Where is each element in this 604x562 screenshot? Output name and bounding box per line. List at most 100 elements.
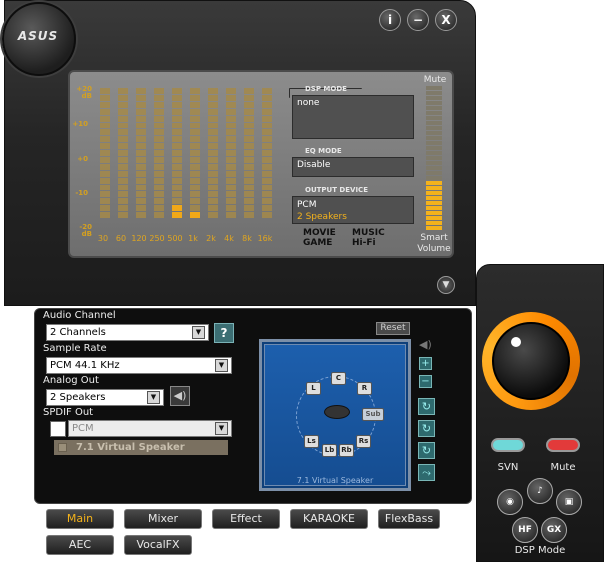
movie-camera-icon[interactable]: ▣: [556, 489, 582, 515]
eq-freq-label: 120: [131, 234, 147, 243]
audio-channel-label: Audio Channel: [43, 310, 116, 321]
analog-out-select[interactable]: 2 Speakers ▼: [46, 389, 164, 406]
sample-rate-select[interactable]: PCM 44.1 KHz ▼: [46, 357, 232, 374]
hf-button[interactable]: HF: [512, 517, 538, 543]
gx-button[interactable]: GX: [541, 517, 567, 543]
eq-band-16k[interactable]: [262, 88, 272, 218]
hifi-badge: Hi-Fi: [352, 238, 376, 248]
tab-karaoke[interactable]: KARAOKE: [290, 509, 368, 529]
right-panel: [476, 264, 604, 562]
knob-indicator: [511, 337, 521, 347]
minimize-button[interactable]: −: [407, 9, 429, 31]
virtual-speaker-checkbox[interactable]: [58, 443, 67, 452]
speaker-Rs[interactable]: Rs: [356, 435, 371, 448]
rotate-icon-4[interactable]: ⤳: [418, 464, 435, 481]
smart-label-line2: Volume: [417, 244, 451, 254]
eq-band-250[interactable]: [154, 88, 164, 218]
eq-band-4k[interactable]: [226, 88, 236, 218]
game-badge: GAME: [303, 238, 333, 248]
help-button[interactable]: ?: [214, 323, 234, 343]
eq-freq-label: 500: [167, 234, 183, 243]
tab-mixer[interactable]: Mixer: [124, 509, 202, 529]
game-mode-icon[interactable]: ◉: [497, 489, 523, 515]
spdif-out-value: PCM: [72, 423, 94, 434]
speaker-icon[interactable]: ◀): [170, 386, 190, 406]
output-device-title: OUTPUT DEVICE: [305, 186, 368, 194]
eq-freq-label: 60: [115, 234, 127, 243]
spdif-checkbox[interactable]: [50, 421, 66, 437]
spdif-out-select[interactable]: PCM ▼: [68, 420, 232, 437]
eq-band-500[interactable]: [172, 88, 182, 218]
svn-label: SVN: [497, 462, 519, 473]
eq-band-120[interactable]: [136, 88, 146, 218]
speaker-Lb[interactable]: Lb: [322, 444, 337, 457]
movie-badge: MOVIE: [303, 228, 336, 238]
eq-band-60[interactable]: [118, 88, 128, 218]
db-label-minus20: -20 dB: [79, 223, 92, 238]
eq-freq-label: 2k: [206, 234, 216, 243]
speaker-Ls[interactable]: Ls: [304, 435, 319, 448]
reset-button[interactable]: Reset: [376, 322, 410, 335]
sample-rate-label: Sample Rate: [43, 343, 107, 354]
eq-bars: [100, 88, 276, 220]
eq-freq-label: 250: [149, 234, 165, 243]
dsp-mode-value: none: [297, 98, 320, 108]
analog-out-value: 2 Speakers: [50, 392, 106, 403]
plus-icon[interactable]: +: [419, 357, 432, 370]
rotate-icon-1[interactable]: ↻: [418, 398, 435, 415]
speaker-R[interactable]: R: [357, 382, 372, 395]
speaker-Sub[interactable]: Sub: [362, 408, 384, 421]
eq-band-1k[interactable]: [190, 88, 200, 218]
smart-label-line1: Smart: [420, 233, 448, 243]
eq-band-30[interactable]: [100, 88, 110, 218]
speaker-L[interactable]: L: [306, 382, 321, 395]
volume-knob[interactable]: [492, 322, 570, 400]
music-note-icon[interactable]: ♪: [527, 478, 553, 504]
music-badge: MUSIC: [352, 228, 385, 238]
tab-flexbass[interactable]: FlexBass: [378, 509, 440, 529]
dsp-mode-title: DSP MODE: [305, 85, 347, 93]
dsp-mode-display: none: [292, 95, 414, 139]
db-label-plus20: +20 dB: [76, 85, 92, 100]
eq-freq-label: 30: [97, 234, 109, 243]
eq-mode-value: Disable: [297, 160, 331, 170]
chevron-down-icon: ▼: [147, 391, 160, 404]
db-label-plus10: +10: [72, 120, 88, 128]
eq-freq-label: 8k: [242, 234, 252, 243]
rotate-icon-3[interactable]: ↻: [418, 442, 435, 459]
audio-control-window: ASUS i − X +20 dB +10 +0 -10 -20 dB 30 60…: [0, 0, 604, 562]
expand-down-icon[interactable]: ▼: [437, 276, 455, 294]
eq-band-2k[interactable]: [208, 88, 218, 218]
tab-aec[interactable]: AEC: [46, 535, 114, 555]
smart-volume-label[interactable]: Smart Volume: [414, 233, 454, 255]
eq-band-8k[interactable]: [244, 88, 254, 218]
tab-main[interactable]: Main: [46, 509, 114, 529]
tab-effect[interactable]: Effect: [212, 509, 280, 529]
svn-toggle[interactable]: [491, 438, 525, 452]
chevron-down-icon: ▼: [215, 359, 228, 372]
audio-channel-select[interactable]: 2 Channels ▼: [46, 324, 209, 341]
output-device-line2: 2 Speakers: [297, 212, 347, 222]
mute-button-label: Mute: [550, 462, 576, 473]
speaker-Rb[interactable]: Rb: [339, 444, 354, 457]
sample-rate-value: PCM 44.1 KHz: [50, 360, 120, 371]
eq-freq-label: 16k: [257, 234, 273, 243]
asus-logo: ASUS: [17, 29, 59, 43]
mute-toggle[interactable]: [546, 438, 580, 452]
info-button[interactable]: i: [379, 9, 401, 31]
volume-slider[interactable]: [424, 86, 444, 232]
speaker-diagram-caption: 7.1 Virtual Speaker: [296, 476, 374, 485]
eq-mode-display: Disable: [292, 157, 414, 177]
analog-out-label: Analog Out: [43, 375, 99, 386]
virtual-speaker-bar[interactable]: 7.1 Virtual Speaker: [54, 440, 228, 455]
dsp-mode-label: DSP Mode: [514, 545, 566, 556]
minus-icon[interactable]: −: [419, 375, 432, 388]
close-button[interactable]: X: [435, 9, 457, 31]
mute-label: Mute: [423, 75, 447, 85]
tab-vocalfx[interactable]: VocalFX: [124, 535, 192, 555]
listener-head-icon: [324, 405, 350, 419]
rotate-icon-2[interactable]: ↻: [418, 420, 435, 437]
speaker-C[interactable]: C: [331, 372, 346, 385]
virtual-speaker-label: 7.1 Virtual Speaker: [76, 442, 185, 453]
output-device-line1: PCM: [297, 200, 317, 210]
